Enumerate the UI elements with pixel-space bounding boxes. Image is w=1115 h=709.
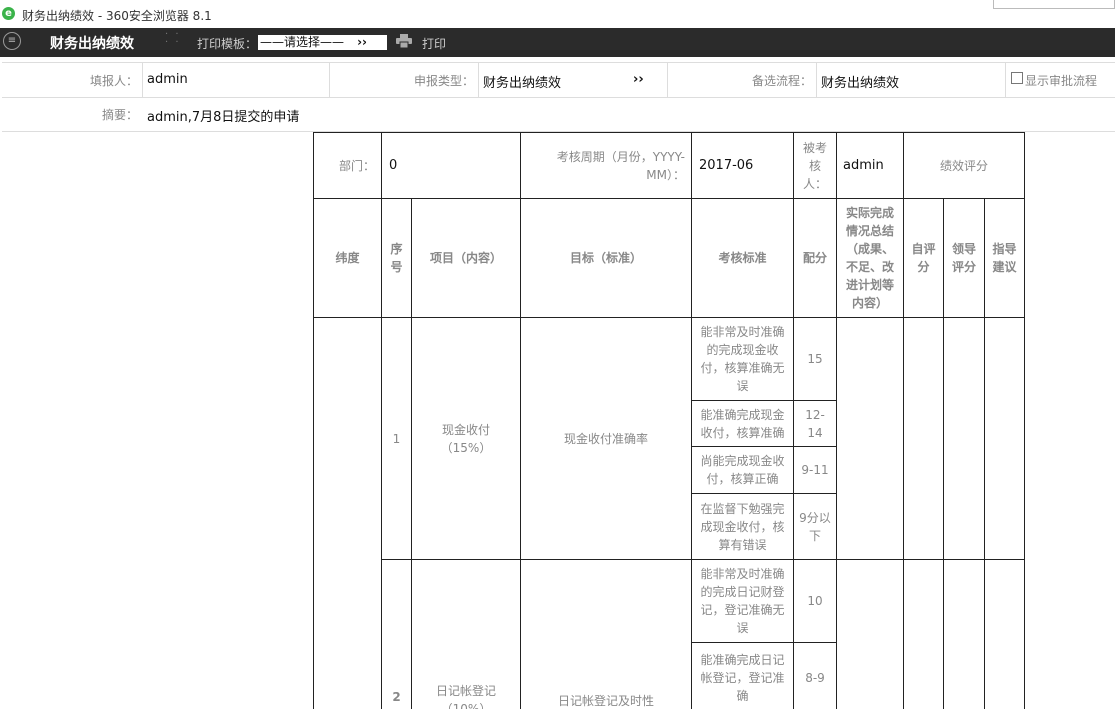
form-row-summary: 摘要： admin,7月8日提交的申请 [2,97,1115,132]
assessee-value: admin [837,133,904,199]
row-item: 现金收付（15%） [412,318,521,560]
browser-logo-icon: e [2,7,15,20]
filler-label: 填报人： [89,74,138,88]
menu-icon[interactable]: ≡ [3,32,21,50]
row-seq: 2 [382,560,412,709]
self-score-input[interactable] [904,560,944,709]
points-cell: 15 [794,318,837,401]
period-label: 考核周期（月份，YYYY-MM）： [521,133,692,199]
type-label: 申报类型： [413,74,474,88]
form-row-main: 填报人： admin 申报类型： 财务出纳绩效 ›› 备选流程： 财务出纳绩效 … [2,62,1115,98]
print-template-label: 打印模板： [197,37,258,51]
dept-value: 0 [382,133,521,199]
print-button[interactable]: 打印 [422,35,446,52]
type-select[interactable]: 财务出纳绩效 ›› [479,63,668,97]
summary-value: admin,7月8日提交的申请 [147,110,300,125]
col-points: 配分 [794,199,837,318]
col-seq: 序号 [382,199,412,318]
criteria-cell: 在监督下勉强完成现金收付，核算有错误 [692,494,794,560]
flow-label: 备选流程： [751,74,812,88]
summary-input[interactable] [837,318,904,560]
leader-score-input[interactable] [944,318,985,560]
assessee-label: 被考核人： [794,133,837,199]
show-flow-label[interactable]: 显示审批流程 [1025,72,1097,89]
dept-label: 部门： [314,133,382,199]
print-template-select[interactable]: ——请选择—— ›› [258,35,387,50]
period-value[interactable]: 2017-06 [692,133,794,199]
assessment-table: 部门： 0 考核周期（月份，YYYY-MM）： 2017-06 被考核人： ad… [313,132,1025,709]
type-label-cell: 申报类型： [330,63,479,97]
filler-value: admin [147,72,188,87]
flow-label-cell: 备选流程： [668,63,817,97]
summary-input[interactable] [837,560,904,709]
printer-icon[interactable] [396,34,412,48]
show-flow-cell: 显示审批流程 [1006,63,1115,97]
advice-input[interactable] [985,318,1024,560]
filler-value-cell: admin [143,63,330,97]
dimension-cell [314,318,382,709]
col-criteria: 考核标准 [692,199,794,318]
points-cell: 9分以下 [794,494,837,560]
points-cell: 9-11 [794,447,837,494]
points-cell: 8-9 [794,643,837,709]
row-target: 日记帐登记及时性 [521,560,692,709]
col-advice: 指导建议 [985,199,1024,318]
criteria-cell: 能非常及时准确的完成日记财登记，登记准确无误 [692,560,794,643]
criteria-cell: 能准确完成现金收付，核算准确 [692,401,794,447]
col-self-score: 自评分 [904,199,944,318]
type-value: 财务出纳绩效 [483,76,562,91]
score-header: 绩效评分 [904,133,1024,199]
browser-title-bar: e 财务出纳绩效 - 360安全浏览器 8.1 [0,0,1115,29]
col-leader-score: 领导评分 [944,199,985,318]
chevron-right-icon: ›› [633,72,644,87]
row-item: 日记帐登记（10%） [412,560,521,709]
advice-input[interactable] [985,560,1024,709]
app-toolbar: ≡ 财务出纳绩效 · · · · 打印模板： ——请选择—— ›› 打印 [0,28,1115,57]
points-cell: 10 [794,560,837,643]
show-flow-checkbox[interactable] [1011,72,1023,84]
print-template-value: ——请选择—— [260,35,345,49]
col-summary: 实际完成情况总结（成果、不足、改进计划等内容） [837,199,904,318]
criteria-cell: 尚能完成现金收付，核算正确 [692,447,794,494]
chevron-right-icon: ›› [357,35,367,49]
self-score-input[interactable] [904,318,944,560]
flow-value: 财务出纳绩效 [821,76,900,91]
leader-score-input[interactable] [944,560,985,709]
filler-label-cell: 填报人： [2,63,143,97]
points-cell: 12-14 [794,401,837,447]
criteria-cell: 能准确完成日记帐登记，登记准确 [692,643,794,709]
drag-handle-icon[interactable]: · · · · [165,30,181,48]
row-target: 现金收付准确率 [521,318,692,560]
col-item: 项目（内容） [412,199,521,318]
window-controls[interactable] [993,0,1115,9]
summary-label: 摘要： [101,108,138,122]
col-target: 目标（标准） [521,199,692,318]
criteria-cell: 能非常及时准确的完成现金收付，核算准确无误 [692,318,794,401]
window-title: 财务出纳绩效 - 360安全浏览器 8.1 [22,9,212,23]
flow-value-cell: 财务出纳绩效 [817,63,1006,97]
row-seq: 1 [382,318,412,560]
app-title: 财务出纳绩效 [50,36,134,52]
col-dimension: 纬度 [314,199,382,318]
